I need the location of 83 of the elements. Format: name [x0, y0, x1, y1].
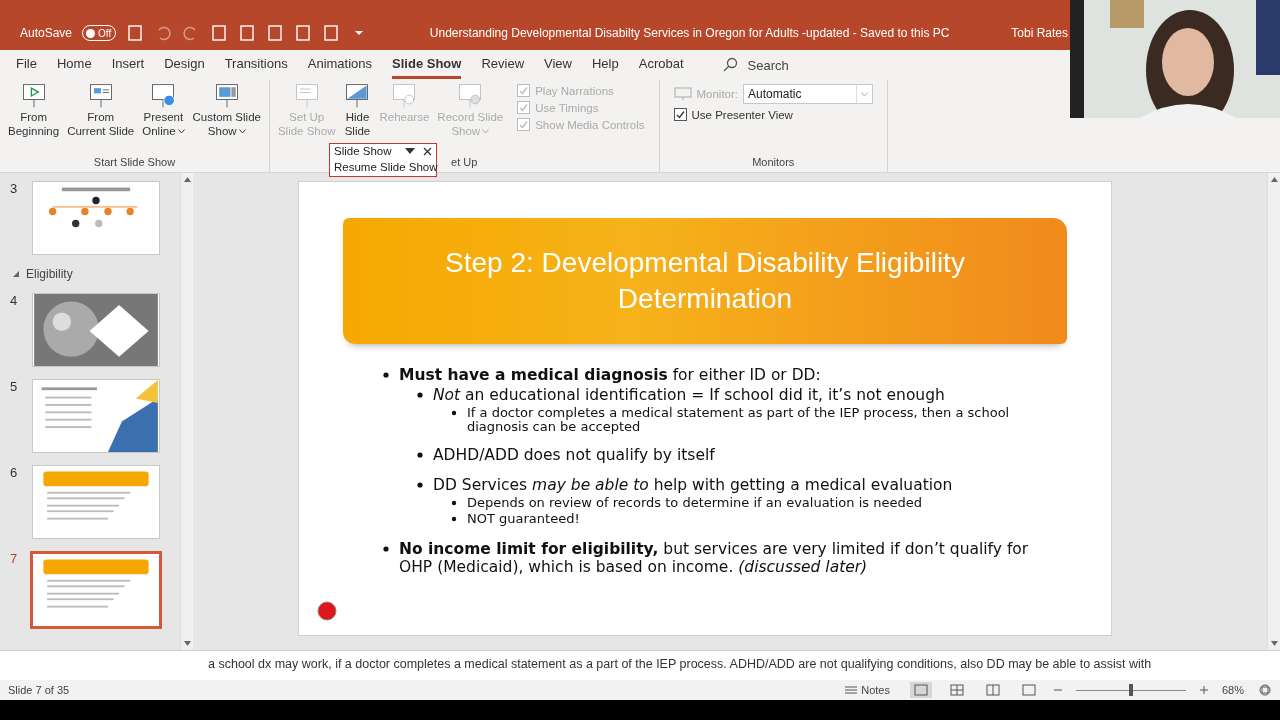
bullet-icon	[451, 500, 457, 506]
search-field[interactable]: Search	[747, 57, 789, 73]
caret-icon	[861, 91, 869, 97]
scroll-down-icon[interactable]	[183, 641, 191, 646]
monitor-icon	[673, 87, 692, 101]
bullet-icon	[451, 516, 457, 522]
slide-thumbnail[interactable]	[30, 551, 162, 629]
bullet-text: NOT guaranteed!	[467, 512, 580, 526]
bullet-text: Not an educational identification = If school did it, it’s not enough	[433, 386, 945, 404]
monitor-label: Monitor:	[696, 88, 739, 100]
bullet-icon	[417, 392, 423, 398]
group-label: et Up	[451, 156, 478, 170]
ribbon-tab[interactable]: Transitions	[224, 51, 288, 79]
bullet-text: Must have a medical diagnosis for either ID or DD:	[399, 366, 821, 384]
zoom-slider-thumb[interactable]	[1128, 684, 1133, 696]
scrollbar[interactable]	[180, 173, 193, 650]
bullet-icon	[451, 410, 457, 416]
collapse-icon[interactable]	[12, 270, 20, 278]
close-icon[interactable]	[423, 146, 432, 156]
slide-thumbnail[interactable]	[32, 181, 160, 255]
checkbox-label: Use Presenter View	[691, 108, 793, 121]
ribbon-button[interactable]: Custom Slide Show	[190, 80, 263, 156]
checkbox-label: Show Media Controls	[535, 118, 645, 131]
slide-number: 7	[10, 551, 19, 566]
slide-thumbnail[interactable]	[32, 465, 160, 539]
ribbon-tab[interactable]: Review	[481, 51, 524, 79]
normal-view-button[interactable]	[909, 682, 932, 698]
bullet-icon	[383, 372, 389, 378]
ribbon-button[interactable]: From Beginning	[6, 80, 62, 156]
normal-view-icon	[913, 684, 928, 696]
zoom-out-icon[interactable]	[1053, 686, 1062, 694]
slide-title: Step 2: Developmental Disability Eligibility Determination	[444, 246, 966, 316]
zoom-percent[interactable]: 68%	[1221, 684, 1244, 696]
ribbon-tab[interactable]: Home	[56, 51, 92, 79]
ribbon-tab[interactable]: File	[16, 51, 37, 79]
notes-button[interactable]: Notes	[839, 683, 896, 697]
ribbon-tab[interactable]: Help	[591, 51, 619, 79]
ribbon-button[interactable]: From Current Slide	[65, 80, 137, 156]
slide-number: 6	[10, 465, 19, 480]
ribbon-tab[interactable]: Animations	[307, 51, 373, 79]
ribbon-tab[interactable]: View	[544, 51, 572, 79]
ribbon-tab[interactable]: Design	[164, 51, 205, 79]
slide-thumbnail[interactable]	[32, 293, 160, 367]
slide-counter: Slide 7 of 35	[8, 684, 70, 696]
window-title: Understanding Developmental Disabilty Services in Oregon for Adults -updated - Saved to this PC	[428, 26, 951, 40]
scroll-up-icon[interactable]	[1270, 177, 1278, 182]
popup-title: Slide Show	[334, 145, 392, 157]
bullet-text: No income limit for eligibility, but services are very limited if don’t qualify for OHP (Medicaid), which is based on income. (discussed later)	[399, 540, 1030, 576]
scroll-up-icon[interactable]	[183, 177, 191, 182]
bullet-text: ADHD/ADD does not qualify by itself	[433, 446, 715, 464]
group-label: Monitors	[752, 156, 795, 170]
presentation-globe-icon	[149, 82, 178, 110]
user-name[interactable]: Tobi Rates	[1011, 26, 1068, 40]
ribbon-tab[interactable]: Acrobat	[638, 51, 684, 79]
record-icon	[317, 601, 337, 621]
bullet-icon	[417, 452, 423, 458]
checkbox-label: Use Timings	[535, 101, 599, 114]
bullet-text: Depends on review of records to determine if an evaluation is needed	[467, 496, 922, 510]
slide-number: 3	[10, 181, 19, 196]
scroll-down-icon[interactable]	[1270, 641, 1278, 646]
ribbon-button[interactable]: Present Online	[140, 80, 187, 156]
section-header[interactable]: Eligibility	[0, 267, 180, 281]
autosave-label: AutoSave	[20, 26, 73, 40]
reading-view-icon	[985, 684, 1000, 696]
bullet-text: If a doctor completes a medical statement as part of the IEP process, then a school diagnosis can be accepted	[467, 406, 1011, 434]
slide-number: 4	[10, 293, 19, 308]
notes-icon	[845, 685, 858, 695]
bullet-icon	[417, 482, 423, 488]
checkbox-label: Play Narrations	[535, 84, 614, 97]
zoom-in-icon[interactable]	[1199, 686, 1208, 694]
grid-view-icon	[949, 684, 964, 696]
slide-thumbnail[interactable]	[32, 379, 160, 453]
bullet-text: DD Services may be able to help with getting a medical evaluation	[433, 476, 953, 494]
fit-to-window-icon[interactable]	[1258, 683, 1272, 697]
scrollbar[interactable]	[1267, 173, 1280, 650]
slideshow-view-icon	[1021, 684, 1036, 696]
search-icon	[721, 57, 738, 73]
slide-number: 5	[10, 379, 19, 394]
group-label: Start Slide Show	[93, 156, 176, 170]
ribbon-tab[interactable]: Insert	[111, 51, 145, 79]
caret-icon[interactable]	[405, 146, 415, 155]
checkbox[interactable]	[673, 108, 687, 121]
bullet-icon	[383, 546, 389, 552]
